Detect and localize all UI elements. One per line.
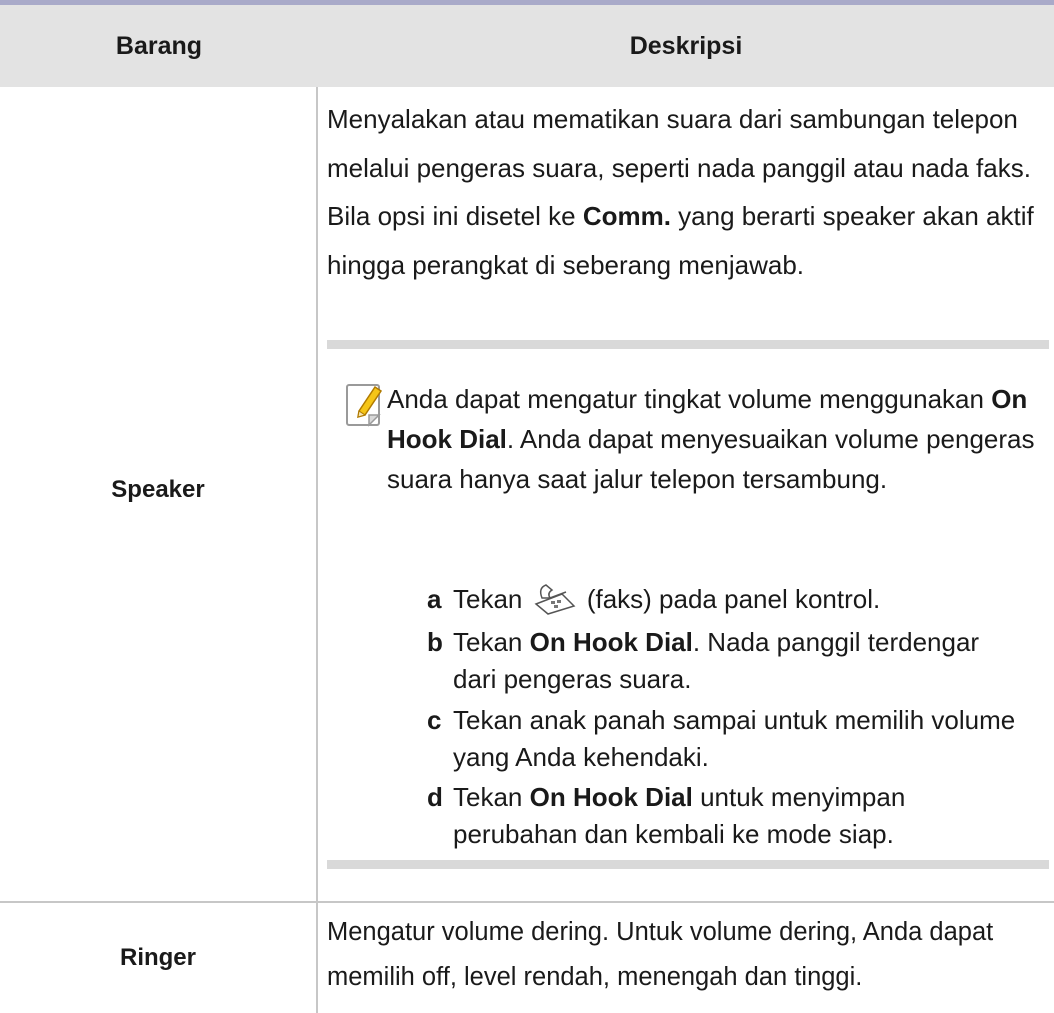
row-label-ringer: Ringer (119, 944, 196, 971)
step-b: b Tekan On Hook Dial. Nada panggil terde… (427, 624, 1027, 698)
step-a: a Tekan (faks) pada panel kontrol. (427, 581, 1027, 618)
column-divider (316, 87, 318, 1013)
step-d-bold: On Hook Dial (529, 782, 693, 812)
note-text-1: Anda dapat mengatur tingkat volume mengg… (387, 384, 992, 414)
note-text: Anda dapat mengatur tingkat volume mengg… (387, 379, 1037, 499)
row-label-speaker: Speaker (111, 476, 205, 503)
step-d-pre: Tekan (453, 782, 530, 812)
step-a-pre: Tekan (453, 584, 530, 614)
step-letter: c (427, 705, 442, 735)
step-letter: a (427, 584, 442, 614)
table-header-row: Barang Deskripsi (0, 5, 1054, 87)
step-c-text: Tekan anak panah sampai untuk memilih vo… (453, 705, 1016, 772)
note-box: Anda dapat mengatur tingkat volume mengg… (327, 340, 1049, 869)
header-item: Barang (115, 32, 203, 60)
step-a-post: (faks) pada panel kontrol. (579, 584, 881, 614)
header-description: Deskripsi (629, 32, 743, 60)
note-pencil-icon (346, 384, 383, 427)
settings-table: Barang Deskripsi Speaker Menyalakan atau… (0, 0, 1054, 1013)
step-letter: d (427, 782, 443, 812)
fax-icon (534, 584, 576, 615)
ringer-description: Mengatur volume dering. Untuk volume der… (327, 918, 994, 991)
step-b-bold: On Hook Dial (529, 627, 693, 657)
step-b-pre: Tekan (453, 627, 530, 657)
row-divider (0, 901, 1054, 903)
step-letter: b (427, 627, 443, 657)
step-d: d Tekan On Hook Dial untuk menyimpan per… (427, 779, 1027, 853)
speaker-desc-bold: Comm. (582, 201, 671, 231)
speaker-description: Menyalakan atau mematikan suara dari sam… (327, 95, 1047, 289)
step-c: c Tekan anak panah sampai untuk memilih … (427, 702, 1027, 776)
